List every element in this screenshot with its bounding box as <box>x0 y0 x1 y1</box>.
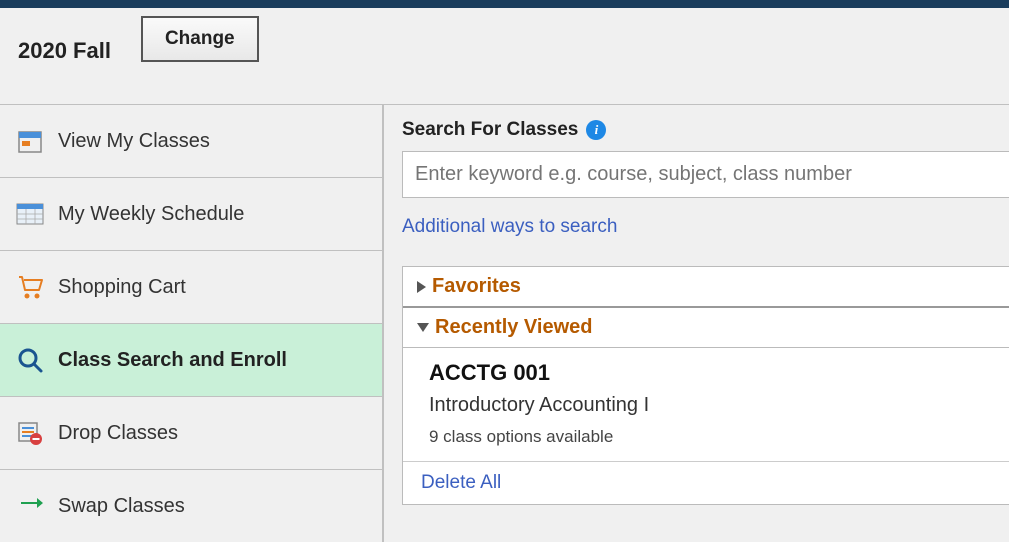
search-icon <box>16 346 44 374</box>
favorites-panel-header[interactable]: Favorites <box>403 267 1009 308</box>
cart-icon <box>16 273 44 301</box>
content-area: Search For Classes i Additional ways to … <box>384 105 1009 542</box>
recently-viewed-panel-header[interactable]: Recently Viewed <box>403 308 1009 348</box>
sidebar-item-label: Shopping Cart <box>58 276 186 299</box>
search-label-row: Search For Classes i <box>402 119 1009 141</box>
info-icon[interactable]: i <box>586 120 606 140</box>
sidebar-item-label: Drop Classes <box>58 422 178 445</box>
sidebar-item-label: Swap Classes <box>58 495 185 518</box>
course-options: 9 class options available <box>429 427 983 447</box>
change-term-button[interactable]: Change <box>141 16 259 62</box>
swap-icon <box>16 492 44 520</box>
calendar-icon <box>16 127 44 155</box>
sidebar-item-label: View My Classes <box>58 130 210 153</box>
delete-all-link[interactable]: Delete All <box>403 462 1009 504</box>
chevron-right-icon <box>417 281 426 293</box>
recently-viewed-course[interactable]: ACCTG 001 Introductory Accounting I 9 cl… <box>403 348 1009 462</box>
main-layout: View My Classes My Weekly Schedule <box>0 104 1009 542</box>
sidebar-item-class-search-enroll[interactable]: Class Search and Enroll <box>0 324 382 397</box>
course-code: ACCTG 001 <box>429 360 983 386</box>
drop-icon <box>16 419 44 447</box>
course-title: Introductory Accounting I <box>429 394 983 417</box>
term-header: 2020 Fall Change <box>0 8 1009 104</box>
search-label: Search For Classes <box>402 119 578 141</box>
schedule-icon <box>16 200 44 228</box>
sidebar-item-weekly-schedule[interactable]: My Weekly Schedule <box>0 178 382 251</box>
panels-container: Favorites Recently Viewed ACCTG 001 Intr… <box>402 266 1009 505</box>
app-top-bar <box>0 0 1009 8</box>
recently-viewed-title: Recently Viewed <box>435 316 592 339</box>
sidebar-item-view-classes[interactable]: View My Classes <box>0 105 382 178</box>
favorites-title: Favorites <box>432 275 521 298</box>
sidebar-item-swap-classes[interactable]: Swap Classes <box>0 470 382 542</box>
chevron-down-icon <box>417 323 429 332</box>
sidebar: View My Classes My Weekly Schedule <box>0 105 384 542</box>
sidebar-item-shopping-cart[interactable]: Shopping Cart <box>0 251 382 324</box>
sidebar-item-label: Class Search and Enroll <box>58 349 287 372</box>
search-input[interactable] <box>402 151 1009 198</box>
additional-search-link[interactable]: Additional ways to search <box>402 216 1009 238</box>
term-label: 2020 Fall <box>18 38 111 64</box>
sidebar-item-drop-classes[interactable]: Drop Classes <box>0 397 382 470</box>
sidebar-item-label: My Weekly Schedule <box>58 203 244 226</box>
